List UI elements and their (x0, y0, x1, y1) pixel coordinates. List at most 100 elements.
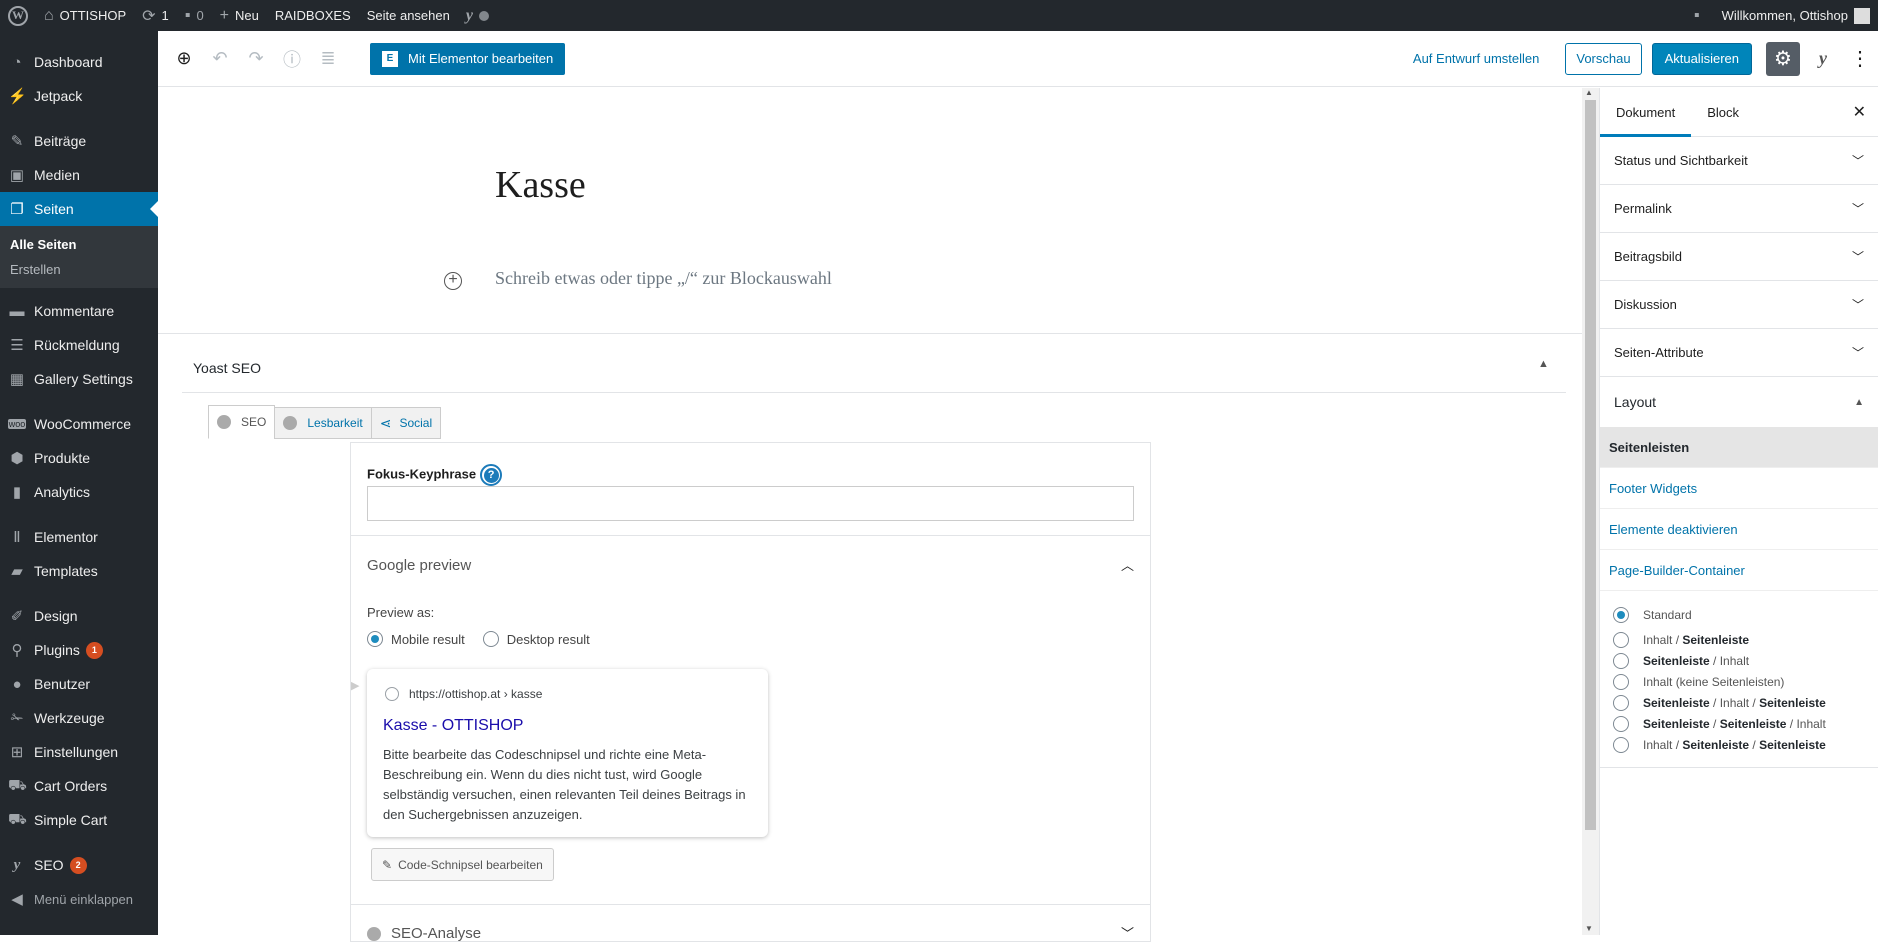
scroll-down-icon[interactable]: ▼ (1585, 924, 1593, 933)
menu-tools[interactable]: ✁ Werkzeuge (0, 701, 158, 735)
comments-link[interactable]: ▪ 0 (177, 0, 212, 31)
menu-plugins[interactable]: ⚲ Plugins 1 (0, 633, 158, 667)
folder-icon: ▰ (11, 563, 23, 580)
plugin-icon: ⚲ (11, 642, 23, 659)
edit-with-elementor-button[interactable]: E Mit Elementor bearbeiten (370, 42, 566, 75)
tab-block[interactable]: Block (1691, 88, 1755, 137)
switch-to-draft-link[interactable]: Auf Entwurf umstellen (1413, 51, 1539, 66)
menu-pages[interactable]: ❐ Seiten (0, 192, 158, 226)
dashboard-icon: ◔ (12, 53, 22, 71)
panel-page-attributes[interactable]: Seiten-Attribute ﹀ (1600, 329, 1878, 377)
menu-woocommerce[interactable]: woo WooCommerce (0, 407, 158, 441)
chevron-down-icon: ﹀ (1851, 298, 1864, 312)
elementor-icon: E (382, 50, 398, 67)
submenu-create[interactable]: Erstellen (0, 257, 158, 282)
editor-scrollbar[interactable]: ▲ ▼ (1582, 88, 1599, 935)
gallery-icon: ▦ (9, 371, 25, 388)
seo-notification-badge: 2 (69, 856, 87, 874)
menu-jetpack[interactable]: ⚡ Jetpack (0, 79, 158, 113)
menu-gallery-settings[interactable]: ▦ Gallery Settings (0, 362, 158, 396)
radio-sidebar-content[interactable] (1613, 652, 1629, 669)
radio-content-sidebar-sidebar[interactable] (1613, 736, 1629, 753)
menu-design[interactable]: ✐ Design (0, 599, 158, 633)
panel-featured-image[interactable]: Beitragsbild ﹀ (1600, 233, 1878, 281)
layout-tab-sidebars[interactable]: Seitenleisten (1600, 427, 1878, 468)
panel-status-visibility[interactable]: Status und Sichtbarkeit ﹀ (1600, 137, 1878, 185)
pages-submenu: Alle Seiten Erstellen (0, 226, 158, 288)
collapse-icon: ◀ (11, 891, 23, 908)
update-button[interactable]: Aktualisieren (1651, 42, 1752, 75)
radio-sidebar-content-sidebar[interactable] (1613, 694, 1629, 711)
layout-panel-heading[interactable]: Layout ▲ (1600, 377, 1878, 427)
sidebar-layout-options: Standard Inhalt / Seitenleiste Seitenlei… (1600, 591, 1878, 755)
status-dot (478, 10, 489, 21)
menu-elementor[interactable]: Ⅱ Elementor (0, 520, 158, 554)
radio-standard[interactable] (1613, 607, 1629, 623)
scroll-up-icon[interactable]: ▲ (1585, 88, 1593, 97)
layout-option-sidebar-content-sidebar[interactable]: Seitenleiste / Inhalt / Seitenleiste (1613, 692, 1878, 713)
panel-discussion[interactable]: Diskussion ﹀ (1600, 281, 1878, 329)
yoast-menu[interactable]: y (458, 0, 497, 31)
radio-content-sidebar[interactable] (1613, 631, 1629, 648)
menu-settings[interactable]: ⊞ Einstellungen (0, 735, 158, 769)
layout-tab-disable-elements[interactable]: Elemente deaktivieren (1600, 509, 1878, 550)
radio-no-sidebars[interactable] (1613, 673, 1629, 690)
info-icon[interactable]: ⓘ (274, 46, 310, 72)
layout-option-content-sidebar-sidebar[interactable]: Inhalt / Seitenleiste / Seitenleiste (1613, 734, 1878, 755)
add-block-icon[interactable]: ⊕ (166, 48, 202, 69)
layout-option-sidebar-sidebar-content[interactable]: Seitenleiste / Seitenleiste / Inhalt (1613, 713, 1878, 734)
yoast-sidebar-icon[interactable]: y (1810, 46, 1836, 72)
menu-comments[interactable]: ▬ Kommentare (0, 294, 158, 328)
layout-tab-footer-widgets[interactable]: Footer Widgets (1600, 468, 1878, 509)
panel-permalink[interactable]: Permalink ﹀ (1600, 185, 1878, 233)
meta-boxes-divider (158, 333, 1582, 334)
menu-cart-orders[interactable]: ⛟ Cart Orders (0, 769, 158, 803)
undo-icon[interactable]: ↶ (202, 48, 238, 69)
brush-icon: ✐ (10, 608, 24, 625)
notifications-link[interactable]: ▪ (1686, 0, 1714, 31)
layout-option-content-sidebar[interactable]: Inhalt / Seitenleiste (1613, 629, 1878, 650)
analytics-icon: ▮ (12, 484, 22, 501)
redo-icon[interactable]: ↷ (238, 48, 274, 69)
pages-icon: ❐ (10, 201, 24, 218)
site-name-link[interactable]: ⌂ OTTISHOP (36, 0, 134, 31)
more-options-icon[interactable]: ⋮ (1850, 46, 1870, 71)
sidebar-tabs: Dokument Block ✕ (1600, 88, 1878, 137)
radio-sidebar-sidebar-content[interactable] (1613, 715, 1629, 732)
menu-templates[interactable]: ▰ Templates (0, 554, 158, 588)
menu-users[interactable]: ● Benutzer (0, 667, 158, 701)
menu-simple-cart[interactable]: ⛟ Simple Cart (0, 803, 158, 837)
scrollbar-thumb[interactable] (1585, 100, 1596, 830)
tab-document[interactable]: Dokument (1600, 88, 1691, 137)
updates-link[interactable]: ⟳ 1 (134, 0, 177, 31)
close-icon[interactable]: ✕ (1853, 102, 1866, 122)
menu-seo[interactable]: y SEO 2 (0, 848, 158, 882)
outline-icon[interactable]: ≣ (310, 48, 346, 69)
products-icon: ⬢ (10, 450, 24, 467)
raidboxes-link[interactable]: RAIDBOXES (267, 0, 359, 31)
chevron-up-icon: ▲ (1854, 396, 1864, 408)
menu-posts[interactable]: ✎ Beiträge (0, 124, 158, 158)
editor-canvas: Kasse + Schreib etwas oder tippe „/“ zur… (158, 88, 1582, 935)
menu-media[interactable]: ▣ Medien (0, 158, 158, 192)
page-title[interactable]: Kasse (495, 163, 586, 207)
preview-button[interactable]: Vorschau (1565, 42, 1642, 75)
menu-collapse[interactable]: ◀ Menü einklappen (0, 882, 158, 916)
menu-dashboard[interactable]: ◔ Dashboard (0, 45, 158, 79)
updates-icon: ⟳ (142, 7, 156, 25)
menu-analytics[interactable]: ▮ Analytics (0, 475, 158, 509)
view-site-link[interactable]: Seite ansehen (359, 0, 458, 31)
layout-tab-page-builder-container[interactable]: Page-Builder-Container (1600, 550, 1878, 591)
menu-products[interactable]: ⬢ Produkte (0, 441, 158, 475)
layout-option-standard[interactable]: Standard (1613, 601, 1878, 629)
block-placeholder[interactable]: Schreib etwas oder tippe „/“ zur Blockau… (495, 268, 832, 289)
layout-option-no-sidebars[interactable]: Inhalt (keine Seitenleisten) (1613, 671, 1878, 692)
layout-option-sidebar-content[interactable]: Seitenleiste / Inhalt (1613, 650, 1878, 671)
settings-gear-icon[interactable]: ⚙ (1766, 41, 1800, 76)
submenu-all-pages[interactable]: Alle Seiten (0, 232, 158, 257)
wp-logo-menu[interactable]: W (0, 0, 36, 31)
inline-add-block-icon[interactable]: + (444, 272, 462, 290)
menu-feedback[interactable]: ☰ Rückmeldung (0, 328, 158, 362)
new-content-link[interactable]: + Neu (212, 0, 267, 31)
account-menu[interactable]: Willkommen, Ottishop (1714, 0, 1878, 31)
